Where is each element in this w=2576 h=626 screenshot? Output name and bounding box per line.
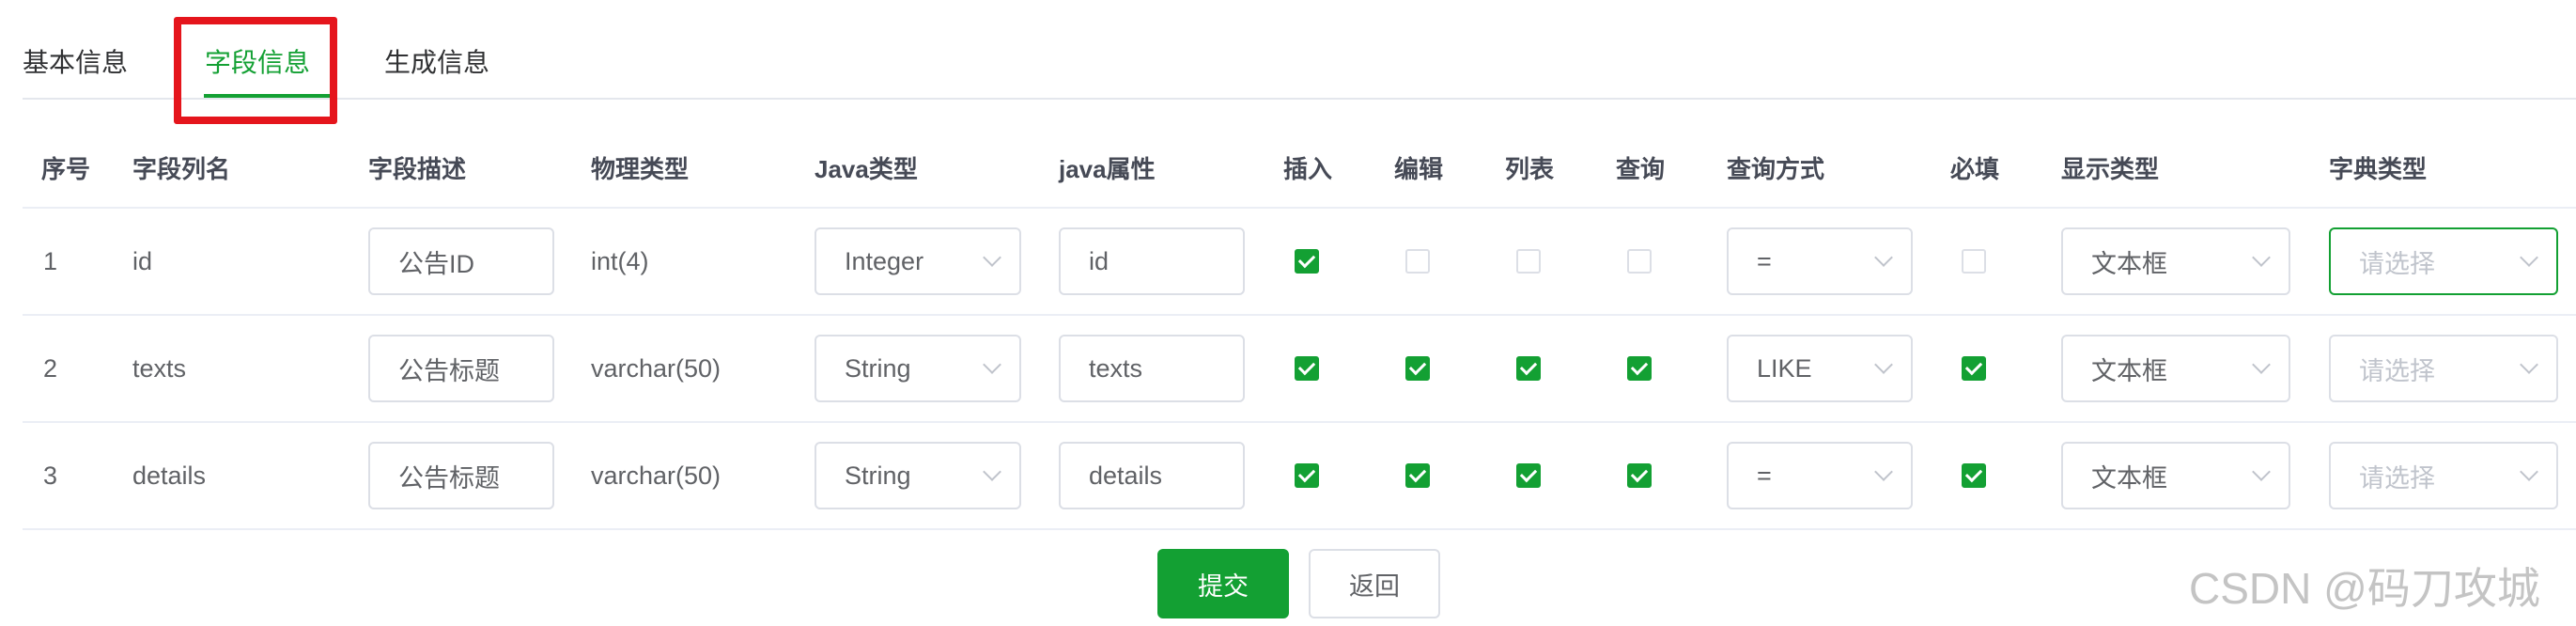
dict-type-select[interactable]: 请选择: [2329, 442, 2558, 509]
java-field-input[interactable]: id: [1059, 227, 1245, 295]
header-index: 序号: [41, 154, 91, 183]
header-physical-type: 物理类型: [591, 154, 690, 183]
dict-type-placeholder: 请选择: [2359, 249, 2435, 278]
column-name: details: [132, 461, 207, 490]
html-type-value: 文本框: [2091, 356, 2167, 385]
insert-checkbox[interactable]: [1295, 463, 1319, 488]
header-html-type: 显示类型: [2061, 154, 2160, 183]
tab-bar: 基本信息 字段信息 生成信息: [23, 0, 2576, 100]
tab-generate-info[interactable]: 生成信息: [384, 0, 489, 100]
description-input[interactable]: 公告标题: [368, 335, 554, 402]
chevron-down-icon: [983, 248, 1001, 267]
csdn-watermark: CSDN @码刀攻城: [2189, 564, 2540, 613]
list-checkbox[interactable]: [1516, 356, 1541, 381]
header-column-name: 字段列名: [132, 154, 231, 183]
chevron-down-icon: [2520, 355, 2538, 374]
column-name: id: [132, 246, 153, 275]
table-header: 序号 字段列名 字段描述 物理类型 Java类型 java属性 插入 编辑 列表…: [23, 128, 2576, 209]
header-edit: 编辑: [1394, 154, 1444, 183]
java-type-select[interactable]: String: [815, 442, 1021, 509]
html-type-select[interactable]: 文本框: [2061, 227, 2290, 295]
required-checkbox[interactable]: [1962, 356, 1986, 381]
list-checkbox[interactable]: [1516, 249, 1541, 274]
column-name: texts: [132, 353, 187, 383]
query-type-select[interactable]: =: [1727, 227, 1913, 295]
back-button[interactable]: 返回: [1309, 549, 1440, 618]
header-description: 字段描述: [368, 154, 467, 183]
query-checkbox[interactable]: [1627, 356, 1652, 381]
query-checkbox[interactable]: [1627, 463, 1652, 488]
required-checkbox[interactable]: [1962, 249, 1986, 274]
query-type-select[interactable]: LIKE: [1727, 335, 1913, 402]
java-field-input[interactable]: details: [1059, 442, 1245, 509]
submit-button[interactable]: 提交: [1157, 549, 1289, 618]
chevron-down-icon: [2520, 462, 2538, 481]
header-query-type: 查询方式: [1727, 154, 1825, 183]
chevron-down-icon: [983, 462, 1001, 481]
description-input[interactable]: 公告标题: [368, 442, 554, 509]
chevron-down-icon: [1874, 355, 1893, 374]
dict-type-select[interactable]: 请选择: [2329, 227, 2558, 295]
edit-checkbox[interactable]: [1405, 249, 1430, 274]
edit-checkbox[interactable]: [1405, 356, 1430, 381]
header-list: 列表: [1505, 154, 1555, 183]
description-input[interactable]: 公告ID: [368, 227, 554, 295]
chevron-down-icon: [1874, 248, 1893, 267]
chevron-down-icon: [2520, 248, 2538, 267]
java-type-select[interactable]: Integer: [815, 227, 1021, 295]
chevron-down-icon: [2252, 462, 2271, 481]
row-index: 1: [43, 246, 58, 275]
query-type-value: LIKE: [1757, 353, 1812, 383]
row-index: 3: [43, 461, 58, 490]
edit-checkbox[interactable]: [1405, 463, 1430, 488]
physical-type: int(4): [591, 246, 649, 275]
query-checkbox[interactable]: [1627, 249, 1652, 274]
chevron-down-icon: [2252, 248, 2271, 267]
html-type-select[interactable]: 文本框: [2061, 335, 2290, 402]
physical-type: varchar(50): [591, 461, 722, 490]
header-insert: 插入: [1283, 154, 1333, 183]
insert-checkbox[interactable]: [1295, 356, 1319, 381]
table-row: 1 id 公告ID int(4) Integer id = 文本框 请选择: [23, 209, 2576, 316]
query-type-value: =: [1757, 461, 1772, 490]
header-required: 必填: [1950, 154, 2000, 183]
java-type-select[interactable]: String: [815, 335, 1021, 402]
java-type-value: String: [845, 353, 911, 383]
java-type-value: Integer: [845, 246, 924, 275]
row-index: 2: [43, 353, 58, 383]
query-type-select[interactable]: =: [1727, 442, 1913, 509]
html-type-value: 文本框: [2091, 463, 2167, 493]
chevron-down-icon: [2252, 355, 2271, 374]
html-type-select[interactable]: 文本框: [2061, 442, 2290, 509]
dict-type-placeholder: 请选择: [2359, 356, 2435, 385]
header-java-type: Java类型: [815, 154, 918, 183]
tab-basic-info[interactable]: 基本信息: [23, 0, 128, 100]
table-row: 2 texts 公告标题 varchar(50) String texts LIKE 文本框 请…: [23, 316, 2576, 423]
chevron-down-icon: [983, 355, 1001, 374]
dict-type-select[interactable]: 请选择: [2329, 335, 2558, 402]
table-row: 3 details 公告标题 varchar(50) String details = 文本框…: [23, 423, 2576, 530]
chevron-down-icon: [1874, 462, 1893, 481]
dict-type-placeholder: 请选择: [2359, 463, 2435, 493]
java-type-value: String: [845, 461, 911, 490]
physical-type: varchar(50): [591, 353, 722, 383]
insert-checkbox[interactable]: [1295, 249, 1319, 274]
java-field-input[interactable]: texts: [1059, 335, 1245, 402]
header-java-field: java属性: [1059, 154, 1156, 183]
list-checkbox[interactable]: [1516, 463, 1541, 488]
header-dict-type: 字典类型: [2329, 154, 2428, 183]
required-checkbox[interactable]: [1962, 463, 1986, 488]
annotation-highlight-box: [174, 17, 337, 124]
header-query: 查询: [1616, 154, 1666, 183]
html-type-value: 文本框: [2091, 249, 2167, 278]
query-type-value: =: [1757, 246, 1772, 275]
